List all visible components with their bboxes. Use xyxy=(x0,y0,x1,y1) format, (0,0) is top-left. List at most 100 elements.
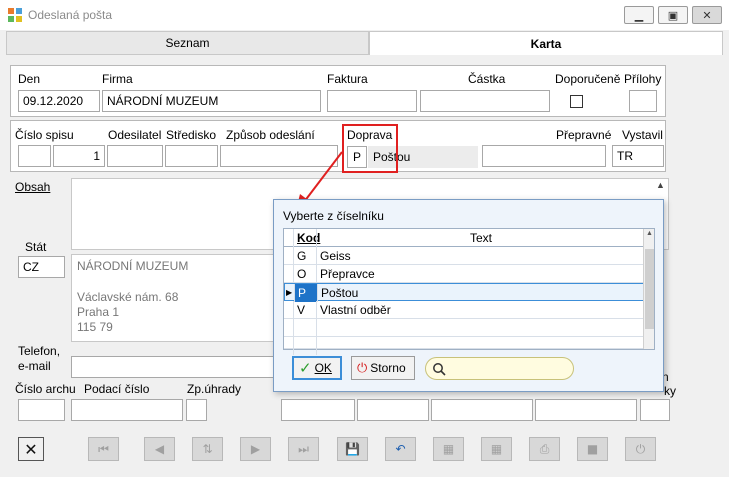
partial-label-right-2: ky xyxy=(664,384,676,398)
stop-icon: ■ xyxy=(586,442,599,456)
castka-field[interactable] xyxy=(420,90,550,112)
cislo-spisu-prefix-field[interactable] xyxy=(18,145,51,167)
cislo-spisu-label: Číslo spisu xyxy=(15,128,74,142)
address-line-5: 115 79 xyxy=(77,320,113,334)
row-kod: O xyxy=(293,265,316,283)
storno-label: Storno xyxy=(370,361,406,375)
prev-record-icon: ◀ xyxy=(154,442,165,456)
email-label: e-mail xyxy=(18,359,51,373)
toolbar-first-button[interactable]: ⏮ xyxy=(88,437,119,461)
stredisko-field[interactable] xyxy=(165,145,218,167)
bottom-field-3[interactable] xyxy=(431,399,533,421)
firma-label: Firma xyxy=(102,72,133,86)
row-kod xyxy=(293,337,316,355)
column-header-kod[interactable]: Kod xyxy=(293,229,320,247)
undo-icon: ↶ xyxy=(395,442,406,456)
bottom-field-1[interactable] xyxy=(281,399,355,421)
toolbar-edit2-button[interactable]: ▦ xyxy=(481,437,512,461)
cislo-archu-label: Číslo archu xyxy=(15,382,76,396)
grid-row[interactable]: G Geiss xyxy=(284,247,645,265)
row-indicator xyxy=(284,301,292,319)
row-text: Vlastní odběr xyxy=(316,301,645,319)
picker-dialog: Vyberte z číselníku Kod Text G Geiss O P… xyxy=(273,199,664,392)
address-line-3: Václavské nám. 68 xyxy=(77,290,179,304)
grid-scrollbar[interactable]: ▲ xyxy=(643,229,654,349)
doporucene-checkbox[interactable] xyxy=(570,95,583,108)
toolbar-power-button[interactable]: ⏻ xyxy=(625,437,656,461)
toolbar-save-button[interactable]: 💾 xyxy=(337,437,368,461)
prilohy-field[interactable] xyxy=(629,90,657,112)
zp-uhrady-field[interactable] xyxy=(186,399,207,421)
bottom-field-4[interactable] xyxy=(535,399,637,421)
tab-seznam[interactable]: Seznam xyxy=(6,31,369,55)
tab-karta[interactable]: Karta xyxy=(369,31,723,55)
last-record-icon: ⏭ xyxy=(298,441,309,456)
odesilatel-label: Odesilatel xyxy=(108,128,162,142)
prepravne-field[interactable] xyxy=(482,145,606,167)
calculator-edit-2-icon: ▦ xyxy=(490,442,503,456)
toolbar-next-button[interactable]: ▶ xyxy=(240,437,271,461)
stat-label: Stát xyxy=(25,240,47,254)
prepravne-label: Přepravné xyxy=(556,128,612,142)
tab-seznam-label: Seznam xyxy=(165,36,210,50)
firma-field[interactable]: NÁRODNÍ MUZEUM xyxy=(102,90,321,112)
grid-row-selected[interactable]: ▶ P Poštou xyxy=(284,283,646,302)
row-indicator xyxy=(284,319,292,337)
telefon-field[interactable] xyxy=(71,356,276,378)
grid-row[interactable]: O Přepravce xyxy=(284,265,645,283)
bottom-field-2[interactable] xyxy=(357,399,429,421)
minimize-button[interactable]: ▁ xyxy=(624,6,654,24)
storno-button[interactable]: ⏻ Storno xyxy=(351,356,415,380)
toolbar-close-button[interactable]: ✕ xyxy=(18,437,44,461)
row-text: Poštou xyxy=(317,284,646,302)
power-red-icon: ⏻ xyxy=(357,360,368,376)
cislo-archu-field[interactable] xyxy=(18,399,65,421)
address-line-4: Praha 1 xyxy=(77,305,120,319)
current-row-arrow-icon: ▶ xyxy=(286,288,293,297)
castka-label: Částka xyxy=(468,72,506,86)
scroll-up-arrow-icon[interactable]: ▲ xyxy=(646,230,653,237)
grid-row[interactable] xyxy=(284,319,645,337)
bottom-field-5[interactable] xyxy=(640,399,670,421)
next-record-icon: ▶ xyxy=(250,442,261,456)
x-icon: ✕ xyxy=(24,439,38,459)
power-icon: ⏻ xyxy=(635,441,646,456)
grid-header-indicator xyxy=(284,229,292,247)
toolbar-edit-button[interactable]: ▦ xyxy=(433,437,464,461)
maximize-button[interactable]: ▣ xyxy=(658,6,688,24)
toolbar-prev-button[interactable]: ◀ xyxy=(144,437,175,461)
toolbar-print-button[interactable]: ⎙ xyxy=(529,437,560,461)
vystavil-field[interactable]: TR xyxy=(612,145,664,167)
odesilatel-field[interactable] xyxy=(107,145,163,167)
toolbar-stop-button[interactable]: ■ xyxy=(577,437,608,461)
toolbar-sort-button[interactable]: ⇅ xyxy=(192,437,223,461)
podaci-cislo-field[interactable] xyxy=(71,399,183,421)
close-button[interactable]: ✕ xyxy=(692,6,722,24)
search-icon xyxy=(433,363,446,376)
ok-button[interactable]: ✓ OK xyxy=(292,356,342,380)
row-text xyxy=(316,319,645,337)
faktura-label: Faktura xyxy=(327,72,368,86)
scroll-up-icon[interactable]: ▲ xyxy=(656,180,665,190)
podaci-cislo-label: Podací číslo xyxy=(84,382,150,396)
scrollbar-thumb[interactable] xyxy=(645,249,654,329)
calculator-edit-icon: ▦ xyxy=(442,442,455,456)
row-kod: P xyxy=(294,284,317,302)
zp-uhrady-label: Zp.úhrady xyxy=(187,382,242,396)
toolbar-undo-button[interactable]: ↶ xyxy=(385,437,416,461)
faktura-field[interactable] xyxy=(327,90,417,112)
toolbar-last-button[interactable]: ⏭ xyxy=(288,437,319,461)
stat-field[interactable]: CZ xyxy=(18,256,65,278)
row-kod xyxy=(293,319,316,337)
grid-row[interactable]: V Vlastní odběr xyxy=(284,301,645,319)
cislo-spisu-field[interactable]: 1 xyxy=(53,145,105,167)
grid-header: Kod Text xyxy=(284,229,645,247)
column-header-text[interactable]: Text xyxy=(316,229,645,247)
den-field[interactable]: 09.12.2020 xyxy=(18,90,100,112)
grid-row[interactable] xyxy=(284,337,645,355)
row-text: Geiss xyxy=(316,247,645,265)
row-indicator xyxy=(284,337,292,355)
telefon-label: Telefon, xyxy=(18,344,61,358)
search-input[interactable] xyxy=(425,357,574,380)
doporucene-label: Doporučeně xyxy=(555,72,621,86)
